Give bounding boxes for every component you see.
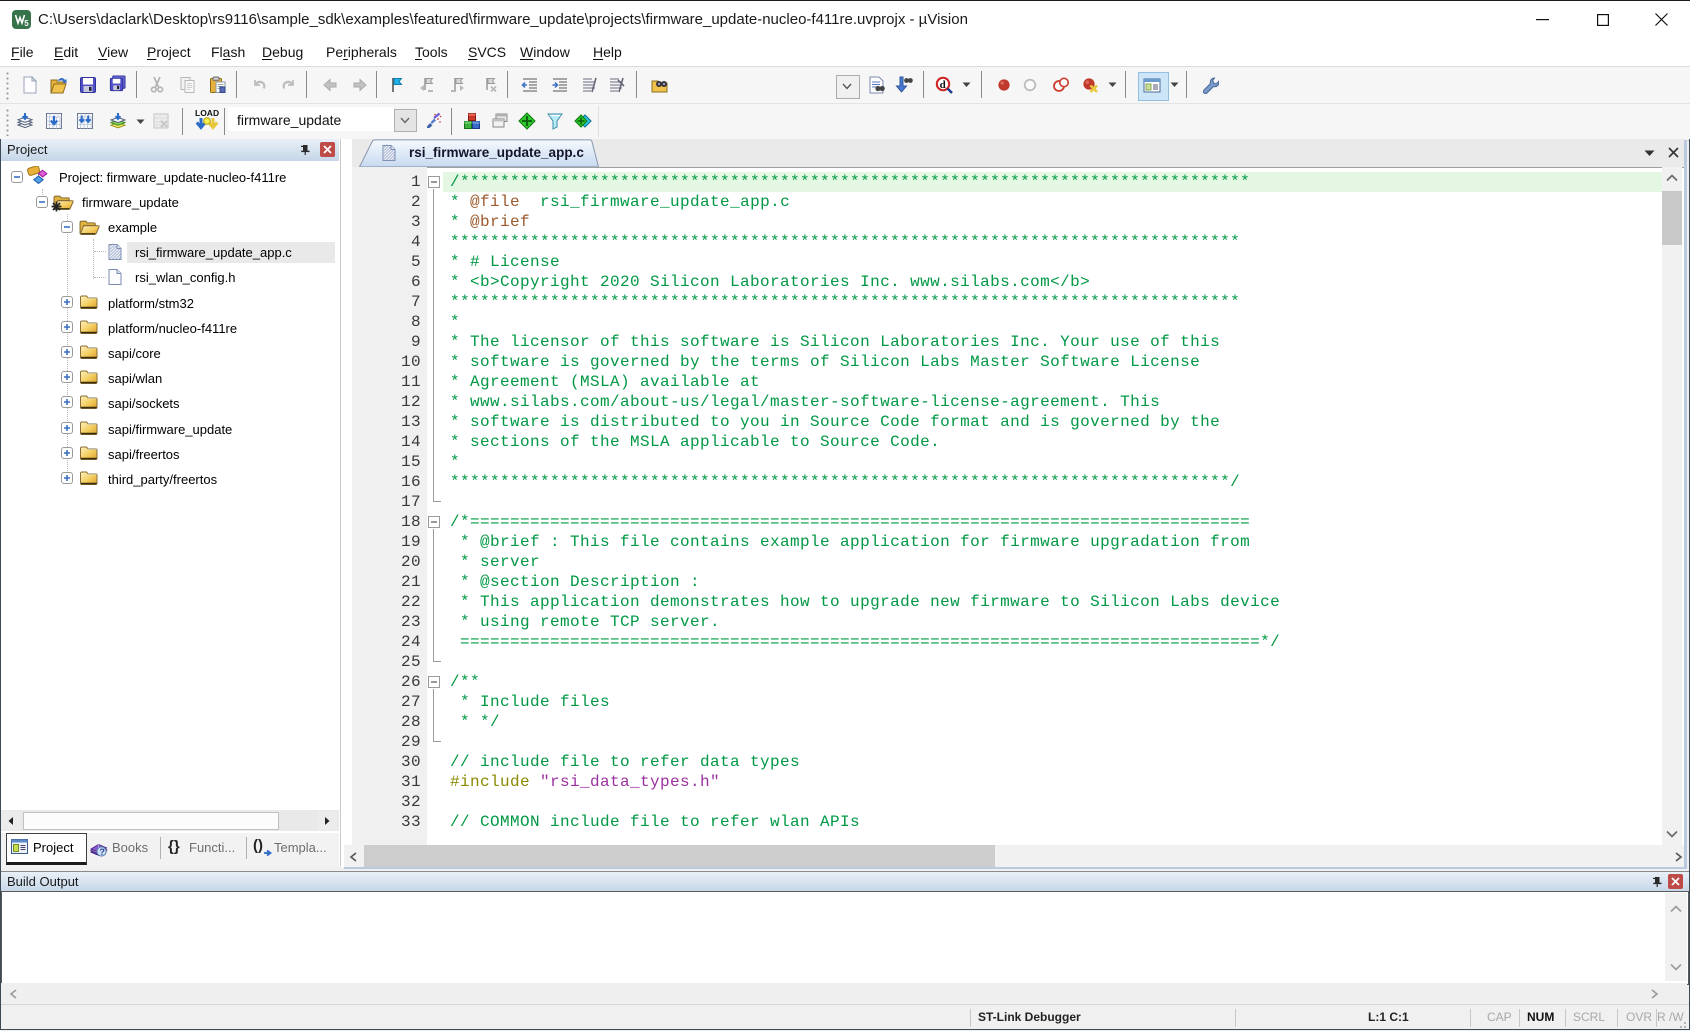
svg-text:5: 5 — [24, 19, 29, 28]
svg-text:d: d — [940, 79, 946, 91]
svg-text:?: ? — [99, 847, 105, 857]
svg-text:LOAD: LOAD — [195, 108, 219, 118]
